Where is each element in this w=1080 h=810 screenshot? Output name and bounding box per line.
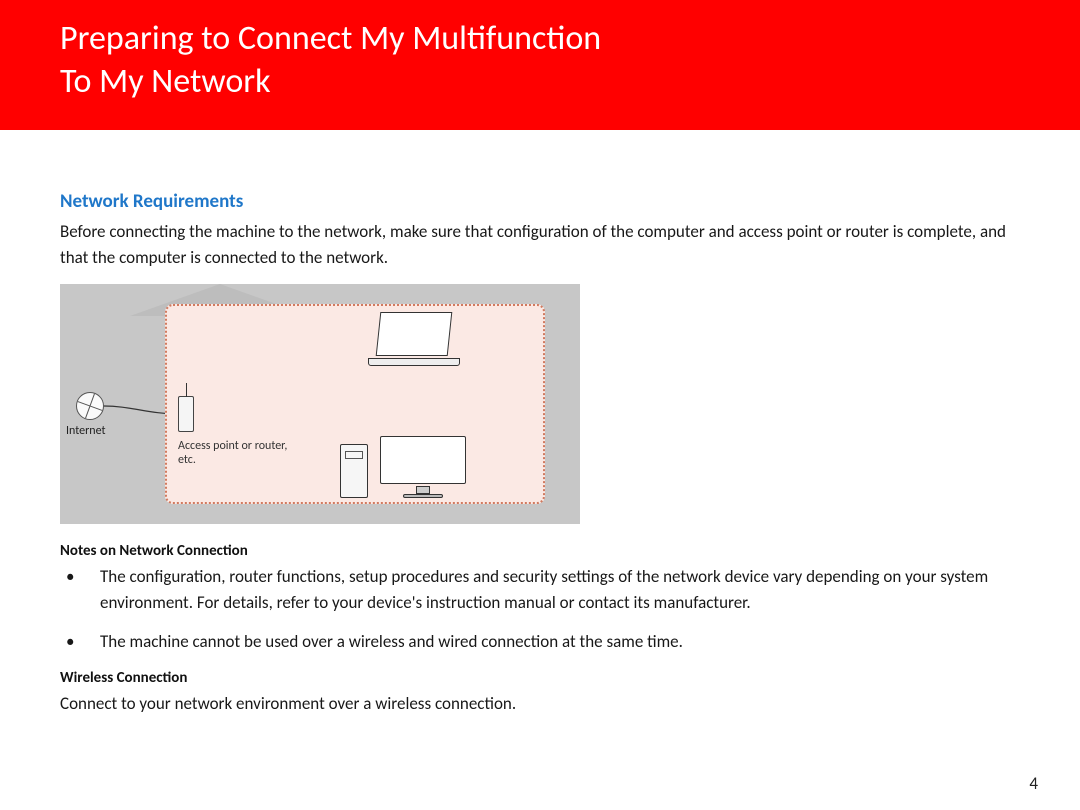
router-label: Access point or router, etc.	[178, 440, 288, 468]
title-line-2: To My Network	[60, 61, 271, 102]
slide-page: Preparing to Connect My Multifunction To…	[0, 0, 1080, 810]
notes-item-text: The configuration, router functions, set…	[100, 564, 1020, 615]
section-heading-network-requirements: Network Requirements	[60, 190, 1020, 213]
intro-paragraph: Before connecting the machine to the net…	[60, 219, 1020, 270]
slide-body: Network Requirements Before connecting t…	[0, 130, 1080, 810]
notes-item: • The configuration, router functions, s…	[60, 564, 1020, 615]
wireless-text: Connect to your network environment over…	[60, 691, 1020, 717]
notes-item-text: The machine cannot be used over a wirele…	[100, 629, 1020, 655]
notes-item: • The machine cannot be used over a wire…	[60, 629, 1020, 655]
bullet-icon: •	[60, 564, 100, 615]
wireless-heading: Wireless Connection	[60, 669, 1020, 687]
network-diagram: Internet Access point or router, etc.	[60, 284, 580, 524]
internet-globe-icon	[76, 392, 104, 420]
notes-heading: Notes on Network Connection	[60, 542, 1020, 560]
bullet-icon: •	[60, 629, 100, 655]
internet-label: Internet	[66, 424, 106, 438]
slide-title: Preparing to Connect My Multifunction To…	[60, 18, 1020, 103]
notes-list: • The configuration, router functions, s…	[60, 564, 1020, 655]
pc-tower-icon	[340, 444, 368, 498]
monitor-icon	[380, 436, 466, 496]
router-icon	[178, 396, 194, 432]
title-line-1: Preparing to Connect My Multifunction	[60, 18, 601, 59]
slide-header: Preparing to Connect My Multifunction To…	[0, 0, 1080, 131]
page-number: 4	[1029, 773, 1038, 794]
laptop-icon	[368, 312, 460, 370]
